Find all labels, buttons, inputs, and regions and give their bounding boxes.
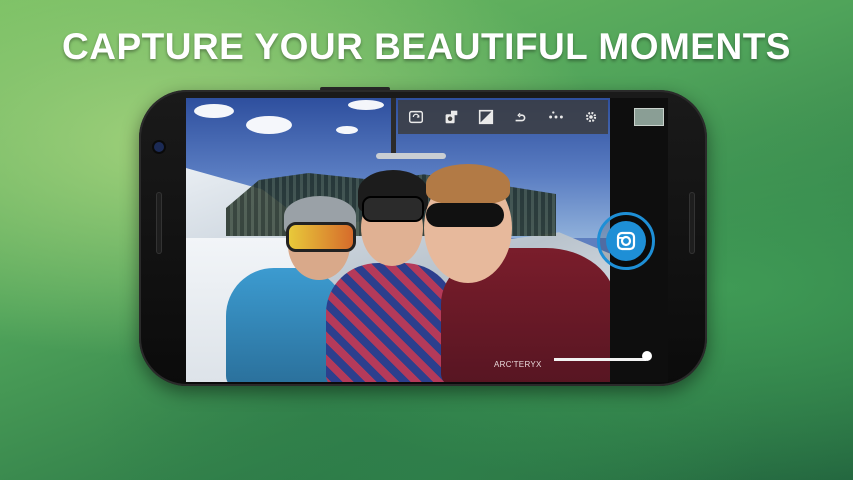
person-left-goggles: [286, 222, 356, 252]
zoom-slider-handle[interactable]: [642, 351, 652, 361]
cloud: [246, 116, 292, 134]
camera-toolbar: [398, 100, 608, 134]
flash-mode-icon[interactable]: [441, 107, 461, 127]
left-speaker-grille: [156, 192, 162, 254]
cloud: [348, 100, 384, 110]
gallery-thumbnail[interactable]: [634, 108, 664, 126]
settings-icon[interactable]: [581, 107, 601, 127]
camera-shutter-icon: [606, 221, 646, 261]
chairlift-bar: [376, 153, 446, 159]
person-right-hair: [426, 164, 510, 204]
front-camera-lens: [154, 142, 164, 152]
scene-mode-icon[interactable]: [546, 107, 566, 127]
cloud: [336, 126, 358, 134]
right-speaker-grille: [689, 192, 695, 254]
timer-icon[interactable]: [511, 107, 531, 127]
switch-camera-icon[interactable]: [406, 107, 426, 127]
person-middle-jacket: [326, 263, 456, 382]
cloud: [194, 104, 234, 118]
camera-viewfinder[interactable]: ARC'TERYX: [186, 98, 610, 382]
chairlift-pole: [391, 98, 396, 156]
exposure-icon[interactable]: [476, 107, 496, 127]
person-middle-goggles: [362, 196, 424, 222]
shutter-button[interactable]: [597, 212, 655, 270]
person-right-sunglasses: [426, 203, 504, 227]
jacket-brand-logo: ARC'TERYX: [494, 360, 542, 369]
zoom-slider-track[interactable]: [554, 358, 646, 361]
headline: CAPTURE YOUR BEAUTIFUL MOMENTS: [62, 26, 791, 67]
